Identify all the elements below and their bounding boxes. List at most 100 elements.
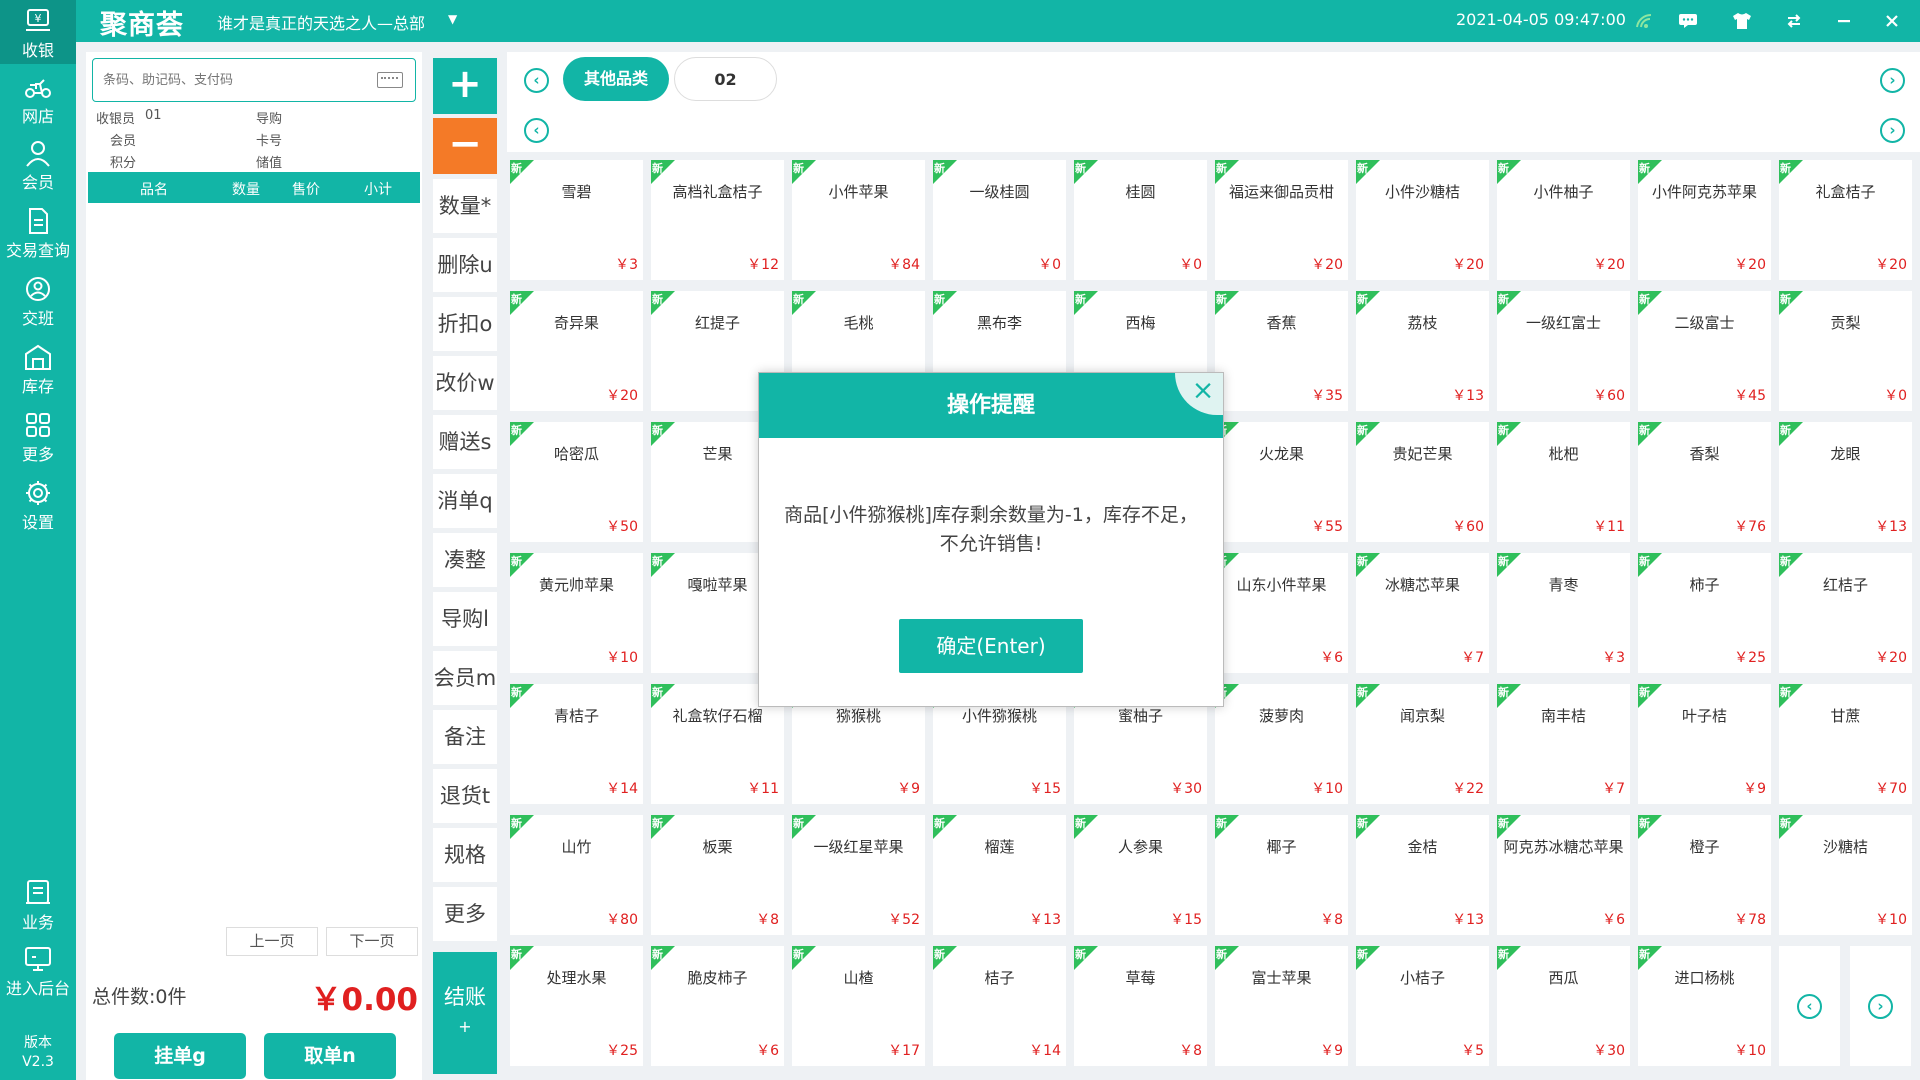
category-prev-icon[interactable]: ‹ — [524, 68, 549, 93]
gift-button[interactable]: 赠送s — [433, 415, 497, 469]
product-card[interactable]: 新富士苹果 ￥9 — [1215, 946, 1348, 1066]
minimize-icon[interactable] — [1830, 8, 1858, 34]
product-card[interactable]: 新闻京梨 ￥22 — [1356, 684, 1489, 804]
product-card[interactable]: 新贵妃芒果 ￥60 — [1356, 422, 1489, 542]
prev-page-button[interactable]: 上一页 — [226, 927, 318, 956]
keyboard-icon[interactable] — [377, 72, 403, 88]
nav-item-more[interactable]: 更多 — [0, 404, 76, 468]
theme-shirt-icon[interactable] — [1728, 8, 1756, 34]
decrease-qty-button[interactable]: − — [433, 118, 497, 174]
product-card[interactable]: 新榴莲 ￥13 — [933, 815, 1066, 935]
product-card[interactable]: 新桂圆 ￥0 — [1074, 160, 1207, 280]
nav-item-transactions[interactable]: 交易查询 — [0, 200, 76, 264]
chevron-down-icon[interactable]: ▼ — [448, 12, 457, 26]
product-card[interactable]: 新椰子 ￥8 — [1215, 815, 1348, 935]
guide-button[interactable]: 导购l — [433, 592, 497, 646]
category-tab-other[interactable]: 其他品类 — [563, 57, 669, 101]
return-button[interactable]: 退货t — [433, 769, 497, 823]
more-functions-button[interactable]: 更多 — [433, 887, 497, 941]
product-card[interactable]: 新脆皮柿子 ￥6 — [651, 946, 784, 1066]
retrieve-order-button[interactable]: 取单n — [264, 1033, 396, 1079]
product-card[interactable]: 新草莓 ￥8 — [1074, 946, 1207, 1066]
product-card[interactable]: 新菠萝肉￥10 — [1215, 684, 1348, 804]
product-card[interactable]: 新进口杨桃 ￥10 — [1638, 946, 1771, 1066]
product-card[interactable]: 新阿克苏冰糖芯苹果 ￥6 — [1497, 815, 1630, 935]
product-card[interactable]: 新甘蔗 ￥70 — [1779, 684, 1912, 804]
product-card[interactable]: 新桔子 ￥14 — [933, 946, 1066, 1066]
product-card[interactable]: 新板栗 ￥8 — [651, 815, 784, 935]
product-card[interactable]: 新小件阿克苏苹果 ￥20 — [1638, 160, 1771, 280]
grid-next-page-button[interactable]: › — [1850, 946, 1911, 1066]
product-card[interactable]: 新沙糖桔 ￥10 — [1779, 815, 1912, 935]
category-next-icon[interactable]: › — [1880, 68, 1905, 93]
spec-button[interactable]: 规格 — [433, 828, 497, 882]
next-page-button[interactable]: 下一页 — [326, 927, 418, 956]
delete-button[interactable]: 删除u — [433, 238, 497, 292]
product-card[interactable]: 新贡梨 ￥0 — [1779, 291, 1912, 411]
product-card[interactable]: 新山竹 ￥80 — [510, 815, 643, 935]
nav-item-settings[interactable]: 设置 — [0, 472, 76, 536]
product-card[interactable]: 新红桔子 ￥20 — [1779, 553, 1912, 673]
product-card[interactable]: 新青桔子 ￥14 — [510, 684, 643, 804]
nav-item-backend[interactable]: 进入后台 — [0, 938, 76, 1002]
product-card[interactable]: 新高档礼盒桔子 ￥12 — [651, 160, 784, 280]
product-card[interactable]: 新奇异果 ￥20 — [510, 291, 643, 411]
barcode-search[interactable] — [92, 58, 416, 102]
subcategory-prev-icon[interactable]: ‹ — [524, 118, 549, 143]
category-tab-02[interactable]: 02 — [674, 57, 777, 101]
close-icon[interactable] — [1878, 8, 1906, 34]
product-card[interactable]: 新青枣 ￥3 — [1497, 553, 1630, 673]
round-off-button[interactable]: 凑整 — [433, 533, 497, 587]
product-card[interactable]: 新一级桂圆 ￥0 — [933, 160, 1066, 280]
product-card[interactable]: 新黄元帅苹果 ￥10 — [510, 553, 643, 673]
switch-icon[interactable] — [1780, 8, 1808, 34]
nav-item-inventory[interactable]: 库存 — [0, 336, 76, 400]
product-card[interactable]: 新福运来御品贡柑 ￥20 — [1215, 160, 1348, 280]
void-order-button[interactable]: 消单q — [433, 474, 497, 528]
grid-prev-page-button[interactable]: ‹ — [1779, 946, 1840, 1066]
product-card[interactable]: 新小件柚子 ￥20 — [1497, 160, 1630, 280]
product-card[interactable]: 新西瓜 ￥30 — [1497, 946, 1630, 1066]
member-button[interactable]: 会员m — [433, 651, 497, 705]
product-card[interactable]: 新小件苹果 ￥84 — [792, 160, 925, 280]
discount-button[interactable]: 折扣o — [433, 297, 497, 351]
product-card[interactable]: 新雪碧 ￥3 — [510, 160, 643, 280]
product-card[interactable]: 新处理水果 ￥25 — [510, 946, 643, 1066]
store-selector[interactable]: 谁才是真正的天选之人—总部 — [217, 10, 425, 34]
product-card[interactable]: 新龙眼 ￥13 — [1779, 422, 1912, 542]
change-price-button[interactable]: 改价w — [433, 356, 497, 410]
product-card[interactable]: 新山楂 ￥17 — [792, 946, 925, 1066]
product-card[interactable]: 新南丰桔 ￥7 — [1497, 684, 1630, 804]
product-card[interactable]: 新哈密瓜 ￥50 — [510, 422, 643, 542]
grid-prev-page-icon[interactable]: ‹ — [1797, 994, 1822, 1019]
quantity-button[interactable]: 数量* — [433, 179, 497, 233]
nav-item-cashier[interactable]: ¥ 收银 — [0, 0, 76, 64]
product-card[interactable]: 新柿子 ￥25 — [1638, 553, 1771, 673]
product-card[interactable]: 新火龙果￥55 — [1215, 422, 1348, 542]
checkout-button[interactable]: 结账 + — [433, 952, 497, 1074]
product-card[interactable]: 新冰糖芯苹果 ￥7 — [1356, 553, 1489, 673]
product-card[interactable]: 新人参果 ￥15 — [1074, 815, 1207, 935]
product-card[interactable]: 新一级红富士 ￥60 — [1497, 291, 1630, 411]
product-card[interactable]: 新香梨 ￥76 — [1638, 422, 1771, 542]
product-card[interactable]: 新山东小件苹果￥6 — [1215, 553, 1348, 673]
product-card[interactable]: 新礼盒桔子 ￥20 — [1779, 160, 1912, 280]
remark-button[interactable]: 备注 — [433, 710, 497, 764]
product-card[interactable]: 新一级红星苹果 ￥52 — [792, 815, 925, 935]
product-card[interactable]: 新二级富士 ￥45 — [1638, 291, 1771, 411]
product-card[interactable]: 新小桔子 ￥5 — [1356, 946, 1489, 1066]
barcode-input[interactable] — [103, 59, 373, 99]
grid-next-page-icon[interactable]: › — [1868, 994, 1893, 1019]
product-card[interactable]: 新小件沙糖桔 ￥20 — [1356, 160, 1489, 280]
nav-item-shift[interactable]: 交班 — [0, 268, 76, 332]
product-card[interactable]: 新荔枝 ￥13 — [1356, 291, 1489, 411]
increase-qty-button[interactable]: + — [433, 58, 497, 114]
product-card[interactable]: 新枇杷 ￥11 — [1497, 422, 1630, 542]
product-card[interactable]: 新金桔 ￥13 — [1356, 815, 1489, 935]
product-card[interactable]: 新橙子 ￥78 — [1638, 815, 1771, 935]
nav-item-business[interactable]: 业务 — [0, 872, 76, 936]
product-card[interactable]: 新叶子桔 ￥9 — [1638, 684, 1771, 804]
nav-item-online-store[interactable]: 网店 — [0, 66, 76, 130]
message-icon[interactable] — [1674, 8, 1702, 34]
dialog-ok-button[interactable]: 确定(Enter) — [899, 619, 1083, 673]
